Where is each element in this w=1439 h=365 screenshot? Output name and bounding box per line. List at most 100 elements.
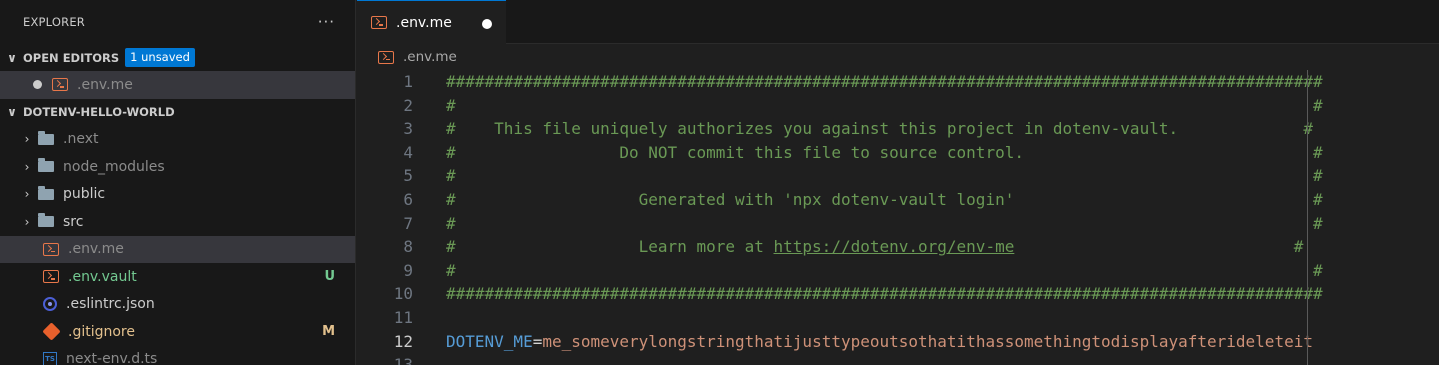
chevron-down-icon: ∨: [7, 105, 17, 119]
code-line: 2 # #: [357, 94, 1439, 118]
tree-item-label: .env.vault: [68, 268, 137, 285]
code-line: 7 # #: [357, 212, 1439, 236]
line-number: 11: [393, 307, 413, 327]
env-key: DOTENV_ME: [446, 331, 533, 351]
typescript-icon: TS: [43, 352, 57, 365]
eslint-icon: [43, 297, 57, 312]
line-number: 10: [393, 284, 413, 304]
breadcrumb-file[interactable]: .env.me: [403, 49, 457, 65]
code-line: 1 #######################################…: [357, 70, 1439, 94]
code-line: 9 # #: [357, 259, 1439, 283]
folder-icon: [38, 130, 54, 145]
line-number: 6: [403, 189, 413, 209]
tab-env-me[interactable]: .env.me: [357, 0, 506, 44]
env-equals: =: [532, 331, 543, 351]
chevron-right-icon: ›: [24, 159, 30, 174]
code-line: 5 # #: [357, 164, 1439, 188]
breadcrumb: .env.me: [357, 44, 1439, 70]
open-editors-section[interactable]: ∨ OPEN EDITORS 1 unsaved: [0, 44, 355, 71]
line-number: 9: [403, 260, 413, 280]
line-text: # Learn more at https://dotenv.org/env-m…: [446, 235, 1303, 259]
git-status-untracked: U: [324, 269, 335, 285]
comment-text: #: [1014, 237, 1304, 257]
code-line: 10 ######################################…: [357, 282, 1439, 306]
line-number: 4: [403, 142, 413, 162]
line-text: ########################################…: [446, 284, 1323, 304]
line-number: 3: [403, 119, 413, 139]
editor-area: .env.me .env.me 1 #######################…: [357, 0, 1439, 365]
line-text: # #: [446, 260, 1323, 280]
tree-item-src[interactable]: › src: [0, 208, 355, 236]
line-text: # This file uniquely authorizes you agai…: [446, 119, 1313, 139]
tab-label: .env.me: [396, 14, 452, 31]
code-line: 13: [357, 353, 1439, 365]
line-number: 8: [403, 237, 413, 257]
code-line-active: 12 DOTENV_ME=me_someverylongstringthatiju…: [357, 330, 1439, 354]
line-text: # Generated with 'npx dotenv-vault login…: [446, 189, 1323, 209]
terminal-icon: [43, 270, 59, 284]
explorer-title: EXPLORER: [23, 15, 85, 29]
tree-item-label: .eslintrc.json: [66, 296, 155, 313]
tree-item-label: .env.me: [68, 241, 124, 258]
terminal-icon: [43, 242, 59, 256]
open-editors-label: OPEN EDITORS: [23, 50, 120, 65]
project-label: DOTENV-HELLO-WORLD: [23, 105, 175, 119]
git-icon: [42, 322, 61, 341]
open-editor-item[interactable]: .env.me: [0, 71, 355, 99]
env-value: me_someverylongstringthatijusttypeoutsot…: [542, 331, 1313, 351]
explorer-sidebar: EXPLORER ··· ∨ OPEN EDITORS 1 unsaved .e…: [0, 0, 356, 365]
tree-item-label: src: [63, 213, 84, 230]
code-line: 4 # Do NOT commit this file to source con…: [357, 141, 1439, 165]
code-line: 6 # Generated with 'npx dotenv-vault logi…: [357, 188, 1439, 212]
tree-item-node-modules[interactable]: › node_modules: [0, 153, 355, 181]
tree-item-label: .gitignore: [68, 323, 135, 340]
code-line: 8 # Learn more at https://dotenv.org/env-…: [357, 235, 1439, 259]
line-text: # #: [446, 95, 1323, 115]
tree-item-gitignore[interactable]: .gitignore M: [0, 318, 355, 346]
tree-item-env-vault[interactable]: .env.vault U: [0, 263, 355, 291]
line-text: # #: [446, 166, 1323, 186]
git-status-modified: M: [322, 324, 335, 340]
line-number: 1: [403, 72, 413, 91]
folder-icon: [38, 185, 54, 200]
explorer-header: EXPLORER ···: [0, 0, 355, 44]
line-text: # Do NOT commit this file to source cont…: [446, 142, 1323, 162]
editor-ruler: [1307, 70, 1308, 365]
terminal-icon: [52, 78, 68, 92]
folder-icon: [38, 213, 54, 228]
unsaved-badge: 1 unsaved: [125, 48, 195, 67]
tree-item-label: public: [63, 186, 106, 203]
tree-item-label: node_modules: [63, 158, 165, 175]
terminal-icon: [378, 50, 394, 64]
env-me-link[interactable]: https://dotenv.org/env-me: [774, 237, 1015, 256]
chevron-right-icon: ›: [24, 187, 30, 202]
tab-bar: .env.me: [357, 0, 1439, 44]
tree-item-public[interactable]: › public: [0, 181, 355, 209]
chevron-down-icon: ∨: [7, 50, 17, 65]
open-editor-label: .env.me: [77, 76, 133, 93]
line-number: 13: [393, 355, 413, 365]
unsaved-dot-icon[interactable]: [482, 19, 492, 29]
tree-item-next-env[interactable]: TS next-env.d.ts: [0, 346, 355, 365]
line-number: 5: [403, 166, 413, 186]
chevron-right-icon: ›: [24, 132, 30, 147]
line-number: 12: [393, 331, 413, 351]
code-editor[interactable]: 1 #######################################…: [357, 70, 1439, 365]
tree-item-label: .next: [63, 131, 99, 148]
tree-item-label: next-env.d.ts: [66, 351, 158, 365]
more-actions-icon[interactable]: ···: [318, 13, 335, 31]
tree-item-env-me[interactable]: .env.me: [0, 235, 355, 263]
code-line: 11: [357, 306, 1439, 330]
project-section[interactable]: ∨ DOTENV-HELLO-WORLD: [0, 99, 355, 126]
line-text: # #: [446, 213, 1323, 233]
line-number: 7: [403, 213, 413, 233]
line-text: DOTENV_ME=me_someverylongstringthatijust…: [446, 330, 1313, 354]
chevron-right-icon: ›: [24, 214, 30, 229]
unsaved-dot-icon[interactable]: [33, 80, 42, 90]
tree-item-next[interactable]: › .next: [0, 126, 355, 154]
comment-text: # Learn more at: [446, 237, 774, 257]
line-number: 2: [403, 95, 413, 115]
terminal-icon: [371, 16, 387, 29]
tree-item-eslintrc[interactable]: .eslintrc.json: [0, 291, 355, 319]
line-text: ########################################…: [446, 72, 1323, 91]
